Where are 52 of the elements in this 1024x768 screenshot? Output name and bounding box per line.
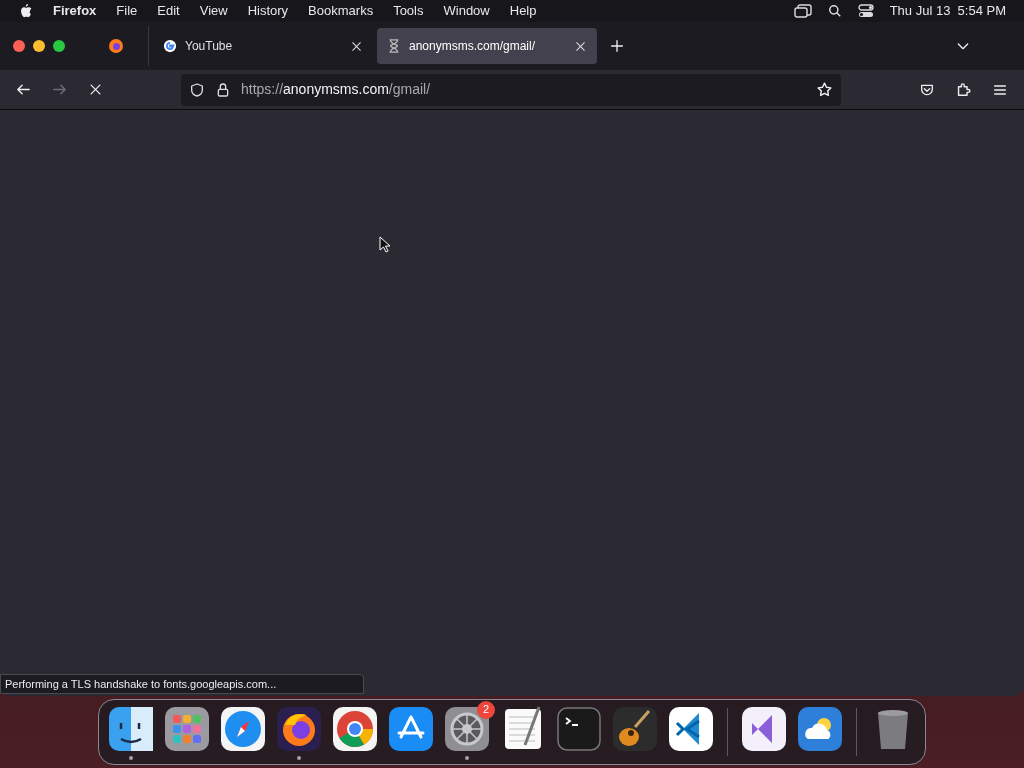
stacked-windows-icon[interactable] — [793, 4, 812, 18]
fox-globe-icon[interactable] — [275, 704, 323, 753]
minimize-window-button[interactable] — [33, 40, 45, 52]
notification-badge: 2 — [477, 700, 495, 719]
search-icon[interactable] — [827, 4, 842, 18]
chrome-logo-icon[interactable] — [331, 704, 379, 753]
gear-icon[interactable] — [443, 704, 491, 753]
menu-item[interactable]: Bookmarks — [308, 1, 374, 21]
close-icon[interactable] — [574, 39, 587, 53]
menu-item[interactable]: Edit — [157, 1, 180, 21]
mouse-pointer-icon — [379, 236, 391, 253]
code-editor-icon[interactable] — [667, 704, 715, 753]
running-indicator — [129, 755, 133, 760]
stop-icon[interactable] — [88, 82, 103, 97]
url-text: https://anonymsms.com/gmail/ — [241, 80, 431, 99]
menu-item[interactable]: History — [247, 1, 289, 21]
guitar-icon[interactable] — [611, 704, 659, 753]
app-store-icon[interactable] — [387, 704, 435, 753]
plus-icon[interactable] — [609, 38, 625, 54]
close-icon[interactable] — [350, 39, 363, 53]
browser-tab[interactable]: YouTube — [153, 28, 373, 64]
tab-title: anonymsms.com/gmail/ — [409, 38, 537, 55]
app-menu[interactable]: Firefox — [53, 1, 97, 21]
running-indicator — [297, 755, 301, 760]
menu-item[interactable]: File — [116, 1, 138, 21]
browser-tab[interactable]: anonymsms.com/gmail/ — [377, 28, 597, 64]
status-text: Performing a TLS handshake to fonts.googleapis.com... — [5, 676, 277, 692]
hourglass-icon — [387, 39, 401, 53]
menu-item[interactable]: Window — [443, 1, 490, 21]
close-window-button[interactable] — [13, 40, 25, 52]
shield-icon[interactable] — [189, 81, 205, 98]
compass-icon[interactable] — [219, 704, 267, 753]
visual-studio-icon[interactable] — [740, 704, 788, 753]
menu-item[interactable]: Help — [509, 1, 537, 21]
app-grid-icon[interactable] — [163, 704, 211, 753]
terminal-icon[interactable] — [555, 704, 603, 753]
google-logo-icon — [163, 39, 177, 53]
apple-logo-icon[interactable] — [18, 3, 33, 19]
puzzle-icon[interactable] — [955, 81, 972, 98]
zoom-window-button[interactable] — [53, 40, 65, 52]
lock-icon[interactable] — [215, 81, 231, 98]
star-icon[interactable] — [816, 81, 833, 98]
fox-globe-icon[interactable] — [108, 38, 124, 54]
menu-item[interactable]: Tools — [393, 1, 424, 21]
tab-title: YouTube — [185, 38, 234, 55]
cloud-sun-icon[interactable] — [796, 704, 844, 753]
address-bar[interactable]: https://anonymsms.com/gmail/ — [181, 73, 841, 106]
running-indicator — [465, 755, 469, 760]
toggles-icon[interactable] — [857, 4, 874, 18]
menu-item[interactable]: View — [199, 1, 228, 21]
smiling-face-tile-icon[interactable] — [107, 704, 155, 753]
clock: Thu Jul 13 5:54 PM — [889, 2, 1006, 21]
